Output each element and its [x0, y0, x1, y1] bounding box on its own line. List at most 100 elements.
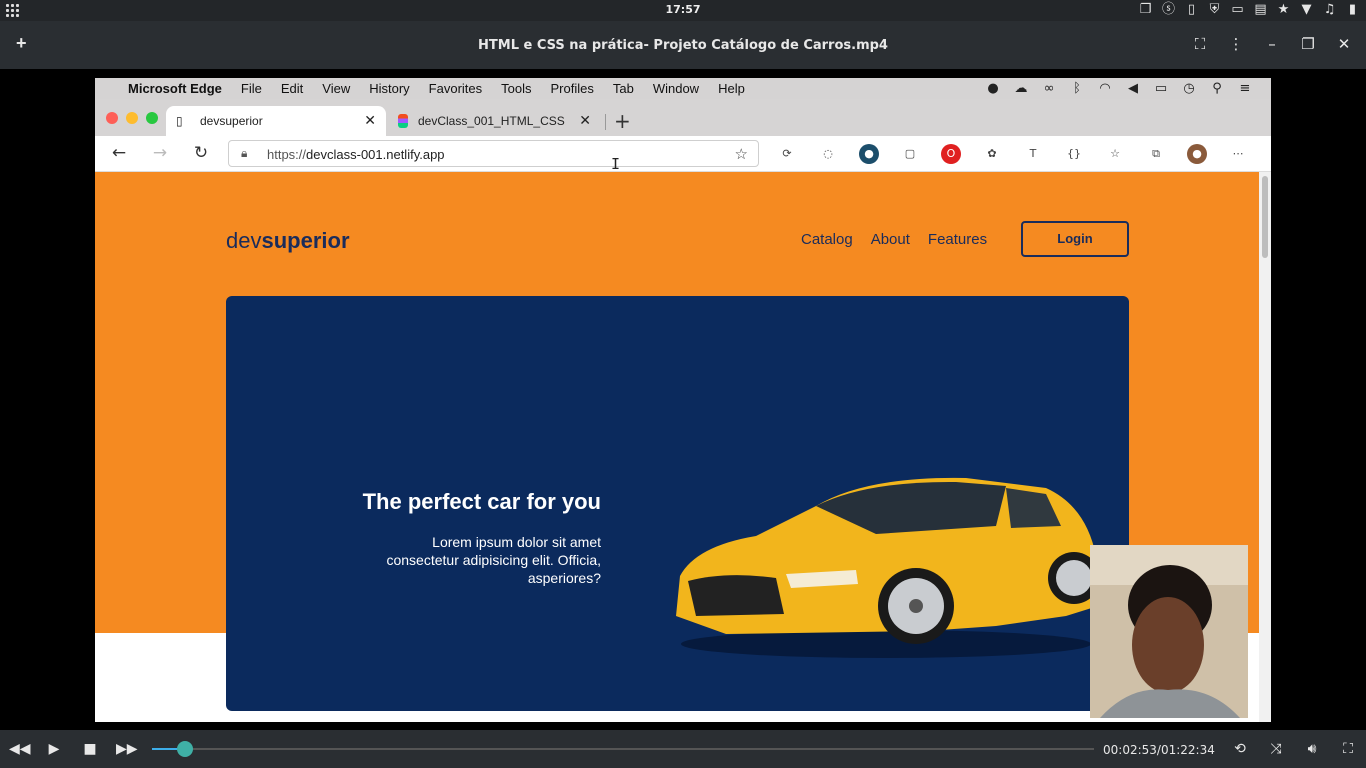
extension-icon[interactable]: ◌	[818, 144, 838, 164]
menu-history[interactable]: History	[369, 81, 409, 96]
video-title: HTML e CSS na prática- Projeto Catálogo …	[478, 38, 888, 53]
close-window-button[interactable]	[106, 112, 118, 124]
play-icon[interactable]: ▶	[45, 740, 63, 758]
profile-avatar[interactable]: ●	[1187, 144, 1207, 164]
sync-icon[interactable]: ⟳	[777, 144, 797, 164]
loop-icon[interactable]: ⟲	[1231, 740, 1249, 758]
wifi-icon[interactable]: ◠	[1097, 80, 1113, 97]
menu-tools[interactable]: Tools	[501, 81, 531, 96]
volume-icon[interactable]: 🔊︎	[1303, 740, 1321, 758]
hero-card: The perfect car for you Lorem ipsum dolo…	[226, 296, 1129, 711]
back-icon[interactable]: ←	[109, 143, 129, 163]
extension-icon[interactable]: ●	[859, 144, 879, 164]
forward-icon[interactable]: →	[150, 143, 170, 163]
close-tab-icon[interactable]: ✕	[579, 113, 591, 129]
menu-icon[interactable]: ⋮	[1228, 35, 1244, 53]
zoom-window-button[interactable]	[146, 112, 158, 124]
scrollbar-thumb[interactable]	[1262, 176, 1268, 258]
browser-toolbar: ← → ↻ 🔒︎ https://devclass-001.netlify.ap…	[95, 136, 1271, 172]
menu-favorites[interactable]: Favorites	[429, 81, 482, 96]
stop-icon[interactable]: ■	[81, 740, 99, 758]
menu-edit[interactable]: Edit	[281, 81, 303, 96]
cloud-icon[interactable]: ☁	[1013, 80, 1029, 97]
browser-tab-strip: ▯ devsuperior ✕ devClass_001_HTML_CSS – …	[95, 99, 1271, 136]
menu-help[interactable]: Help	[718, 81, 745, 96]
menu-app-name[interactable]: Microsoft Edge	[128, 81, 222, 96]
skype-icon[interactable]: ⓢ	[1161, 2, 1176, 17]
tab-label: devClass_001_HTML_CSS – Figma	[418, 114, 568, 128]
restore-icon[interactable]: ❐	[1300, 35, 1316, 53]
text-icon[interactable]: T	[1023, 144, 1043, 164]
site-nav: Catalog About Features	[801, 231, 987, 248]
us-flag-icon[interactable]: ▤	[1253, 2, 1268, 17]
refresh-icon[interactable]: ↻	[191, 143, 211, 163]
nav-catalog[interactable]: Catalog	[801, 231, 853, 248]
traffic-lights	[106, 112, 158, 124]
star-icon[interactable]: ★	[1276, 2, 1291, 17]
fullscreen-icon[interactable]: ⛶	[1339, 740, 1357, 758]
extension-icons: ⟳ ◌ ● ▢ O ✿ T {} ☆ ⧉ ● ⋯	[777, 144, 1248, 164]
new-tab-button[interactable]: +	[614, 109, 631, 133]
lock-icon[interactable]: 🔒︎	[241, 146, 247, 161]
bluetooth-icon[interactable]: ᛒ	[1069, 80, 1085, 97]
tab-label: devsuperior	[200, 114, 263, 128]
system-tray: ❐ ⓢ ▯ ⛨ ▭ ▤ ★ ▼ ♫ ▮	[1138, 2, 1360, 17]
webcam-overlay	[1090, 545, 1248, 718]
music-icon[interactable]: ♫	[1322, 2, 1337, 17]
clipboard-icon[interactable]: ▯	[1184, 2, 1199, 17]
collections-icon[interactable]: ⧉	[1146, 144, 1166, 164]
minimize-icon[interactable]: –	[1264, 35, 1280, 53]
control-center-icon[interactable]: ≡	[1237, 80, 1253, 97]
nav-features[interactable]: Features	[928, 231, 987, 248]
player-title-bar: + HTML e CSS na prática- Projeto Catálog…	[0, 21, 1366, 69]
site-logo[interactable]: devsuperior	[226, 228, 350, 254]
seek-bar[interactable]	[152, 741, 1094, 757]
shield-icon[interactable]: ⛨	[1207, 2, 1222, 17]
window-icon[interactable]: ❐	[1138, 2, 1153, 17]
tab-figma[interactable]: devClass_001_HTML_CSS – Figma ✕	[386, 106, 601, 136]
recording-icon[interactable]: ●	[985, 80, 1001, 97]
fullscreen-icon[interactable]: ⛶	[1192, 35, 1208, 53]
window-controls: ⛶ ⋮ – ❐ ✕	[1192, 35, 1352, 53]
rewind-icon[interactable]: ◀◀	[9, 740, 31, 758]
extension-icon[interactable]: ▢	[900, 144, 920, 164]
mac-status-tray: ● ☁ ∞ ᛒ ◠ ◀ ▭ ◷ ⚲ ≡	[985, 80, 1253, 97]
close-tab-icon[interactable]: ✕	[364, 113, 376, 129]
menu-file[interactable]: File	[241, 81, 262, 96]
code-icon[interactable]: {}	[1064, 144, 1084, 164]
url-text: https://devclass-001.netlify.app	[267, 147, 445, 162]
search-icon[interactable]: ⚲	[1209, 80, 1225, 97]
drive-icon[interactable]: ▭	[1230, 2, 1245, 17]
car-image	[676, 477, 1100, 658]
menu-window[interactable]: Window	[653, 81, 699, 96]
battery-icon[interactable]: ▭	[1153, 80, 1169, 97]
page-scrollbar[interactable]	[1259, 172, 1271, 722]
text-cursor-icon: I	[611, 155, 621, 173]
more-icon[interactable]: ⋯	[1228, 144, 1248, 164]
address-bar[interactable]: 🔒︎ https://devclass-001.netlify.app ☆	[228, 140, 759, 167]
add-favorite-icon[interactable]: ☆	[735, 145, 748, 163]
menu-view[interactable]: View	[322, 81, 350, 96]
figma-icon	[398, 114, 408, 128]
opera-icon[interactable]: O	[941, 144, 961, 164]
close-icon[interactable]: ✕	[1336, 35, 1352, 53]
seek-knob[interactable]	[176, 741, 193, 757]
webpage: devsuperior Catalog About Features Login…	[95, 172, 1259, 722]
menu-profiles[interactable]: Profiles	[551, 81, 594, 96]
os-top-panel: 17:57 ❐ ⓢ ▯ ⛨ ▭ ▤ ★ ▼ ♫ ▮	[0, 0, 1366, 21]
creative-cloud-icon[interactable]: ∞	[1041, 80, 1057, 97]
forward-icon[interactable]: ▶▶	[116, 740, 138, 758]
battery-icon[interactable]: ▮	[1345, 2, 1360, 17]
minimize-window-button[interactable]	[126, 112, 138, 124]
color-wheel-icon[interactable]: ✿	[982, 144, 1002, 164]
nav-about[interactable]: About	[871, 231, 910, 248]
wifi-icon[interactable]: ▼	[1299, 2, 1314, 17]
login-button[interactable]: Login	[1021, 221, 1129, 257]
hero-title: The perfect car for you	[362, 489, 601, 514]
tab-devsuperior[interactable]: ▯ devsuperior ✕	[166, 106, 386, 136]
menu-tab[interactable]: Tab	[613, 81, 634, 96]
shuffle-icon[interactable]: ⤨	[1267, 740, 1285, 758]
clock-icon[interactable]: ◷	[1181, 80, 1197, 97]
volume-icon[interactable]: ◀	[1125, 80, 1141, 97]
favorites-icon[interactable]: ☆	[1105, 144, 1125, 164]
